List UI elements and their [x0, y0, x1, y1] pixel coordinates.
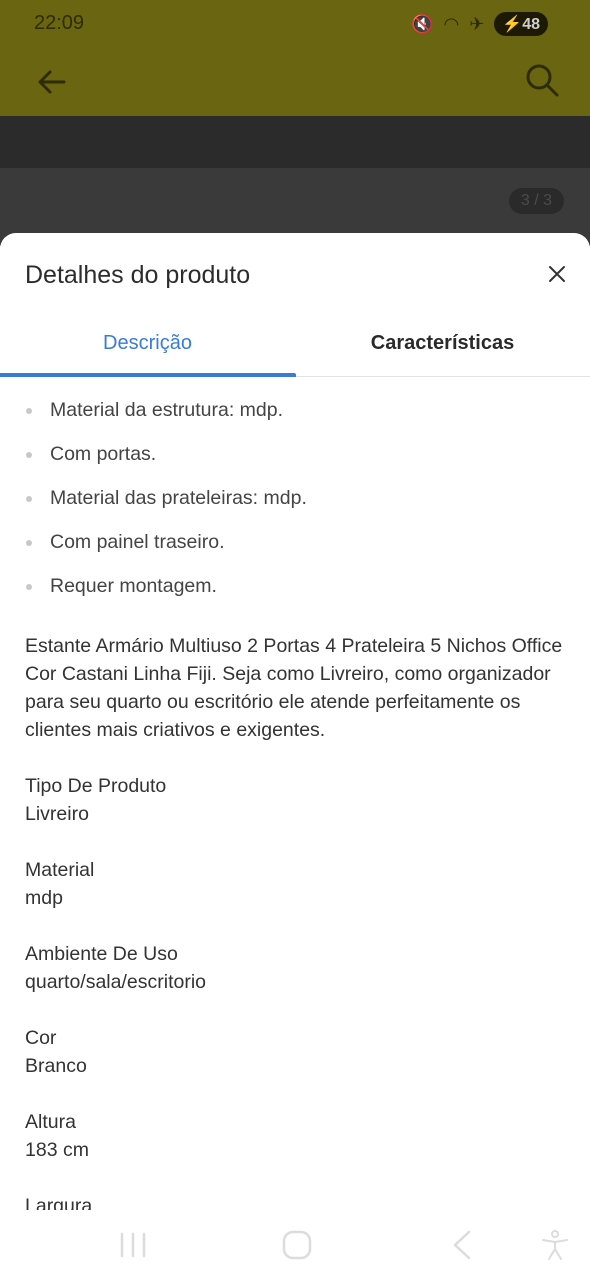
- tab-descricao[interactable]: Descrição: [0, 321, 295, 377]
- spec-label: Tipo De Produto: [25, 775, 167, 797]
- wifi-icon: ◠: [443, 13, 460, 34]
- spec-ambiente: Ambiente De Uso quarto/sala/escritorio: [25, 940, 565, 996]
- system-nav-bar: [0, 1210, 590, 1280]
- app-header: [0, 48, 590, 116]
- spec-material: Material mdp: [25, 856, 565, 912]
- description-content: Material da estrutura: mdp. Com portas. …: [25, 398, 565, 1210]
- product-description: Estante Armário Multiuso 2 Portas 4 Prat…: [25, 635, 563, 741]
- spec-value: mdp: [25, 887, 63, 909]
- tab-bar: Descrição Características: [0, 321, 590, 377]
- spec-label: Cor: [25, 1027, 57, 1049]
- close-icon[interactable]: [546, 263, 568, 285]
- tab-caracteristicas[interactable]: Características: [295, 321, 590, 377]
- spec-altura: Altura 183 cm: [25, 1108, 565, 1164]
- spec-cor: Cor Branco: [25, 1024, 565, 1080]
- spec-value: Livreiro: [25, 803, 89, 825]
- spec-label: Altura: [25, 1111, 76, 1133]
- feature-list: Material da estrutura: mdp. Com portas. …: [25, 398, 565, 618]
- battery-level: 48: [522, 16, 540, 33]
- recent-apps-icon[interactable]: [116, 1228, 150, 1262]
- sheet-title: Detalhes do produto: [25, 261, 251, 289]
- arrow-left-icon[interactable]: [34, 64, 70, 100]
- product-image-top: [0, 116, 590, 168]
- spec-value: 183 cm: [25, 1139, 89, 1161]
- mute-icon: 🔇: [411, 13, 434, 34]
- home-icon[interactable]: [280, 1228, 314, 1262]
- feature-item: Material das prateleiras: mdp.: [25, 486, 565, 530]
- airplane-icon: ✈: [469, 13, 485, 34]
- feature-item: Com portas.: [25, 442, 565, 486]
- spec-largura: Largura: [25, 1192, 565, 1210]
- search-icon[interactable]: [524, 62, 560, 98]
- active-tab-indicator: [0, 373, 296, 377]
- product-details-sheet: Detalhes do produto Descrição Caracterís…: [0, 233, 590, 1210]
- feature-item: Com painel traseiro.: [25, 530, 565, 574]
- spec-value: quarto/sala/escritorio: [25, 971, 207, 993]
- spec-value: Branco: [25, 1055, 87, 1077]
- spec-label: Largura: [25, 1195, 93, 1210]
- feature-item: Material da estrutura: mdp.: [25, 398, 565, 442]
- status-time: 22:09: [34, 12, 85, 34]
- back-icon[interactable]: [445, 1228, 479, 1262]
- status-icons: 🔇 ◠ ✈ ⚡48: [411, 12, 548, 36]
- status-bar: 22:09 🔇 ◠ ✈ ⚡48: [0, 0, 590, 48]
- spec-label: Material: [25, 859, 95, 881]
- image-counter: 3 / 3: [508, 188, 564, 214]
- spec-tipo: Tipo De Produto Livreiro: [25, 772, 565, 828]
- accessibility-icon[interactable]: [538, 1228, 572, 1262]
- spec-label: Ambiente De Uso: [25, 943, 178, 965]
- battery-indicator: ⚡48: [494, 12, 548, 36]
- feature-item: Requer montagem.: [25, 574, 565, 618]
